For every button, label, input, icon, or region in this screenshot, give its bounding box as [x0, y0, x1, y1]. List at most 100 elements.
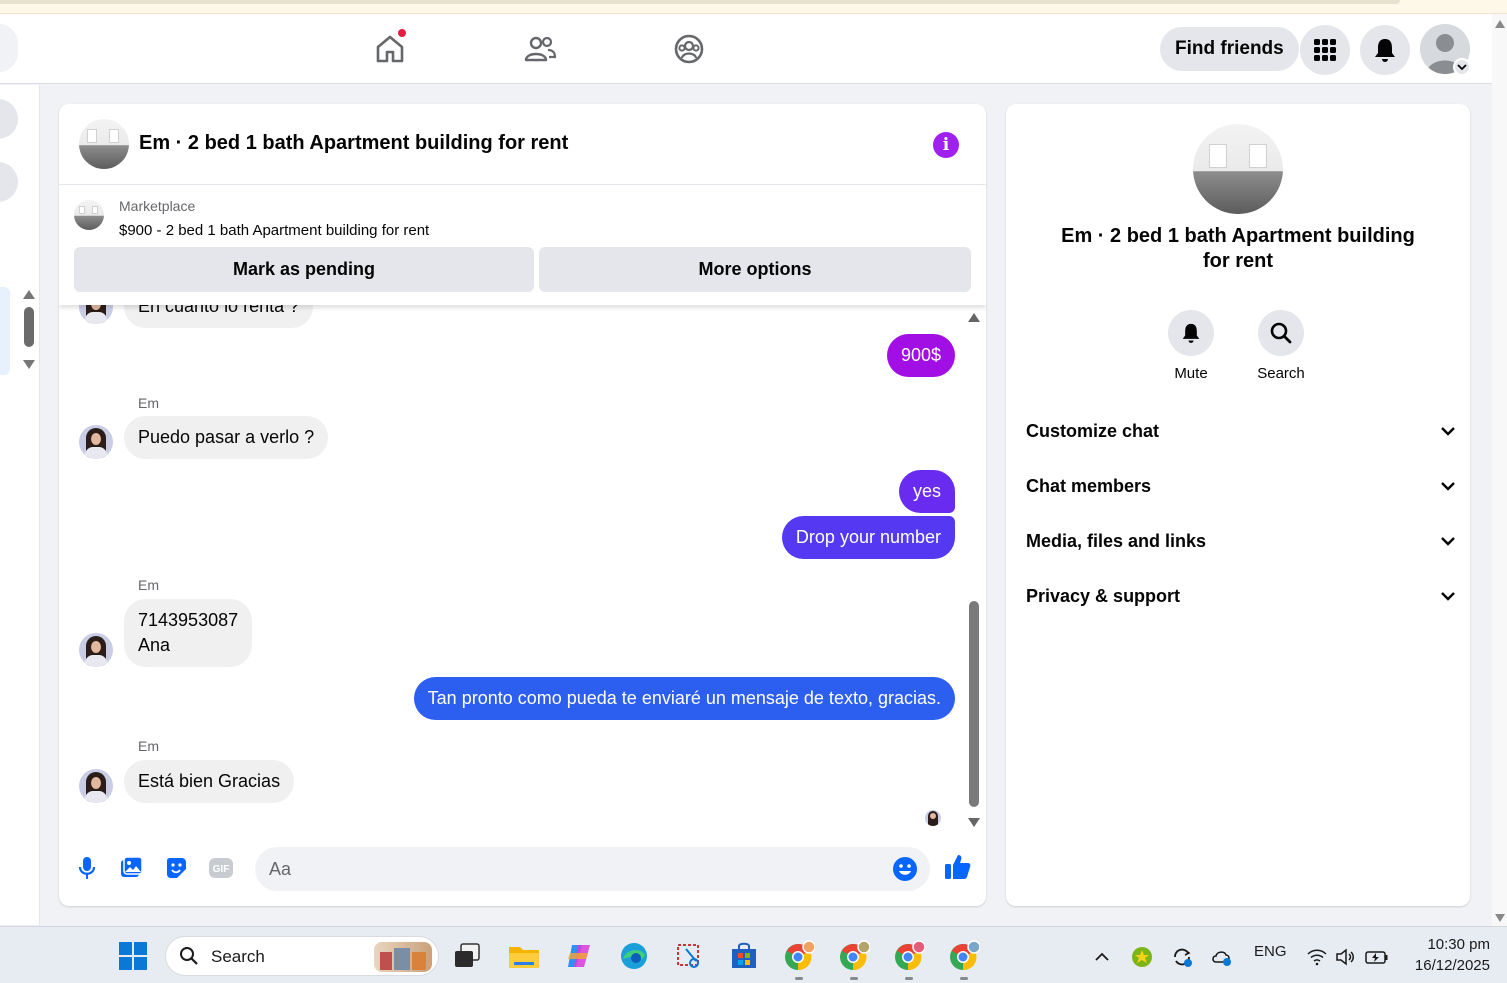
running-indicator [795, 977, 803, 980]
scroll-up-arrow[interactable] [23, 290, 35, 299]
windows-start-icon[interactable] [116, 939, 150, 973]
section-label: Chat members [1026, 475, 1152, 496]
chrome-profile-3-icon[interactable] [892, 939, 926, 973]
chevron-down-icon [1441, 427, 1455, 436]
message-bubble-outgoing: Tan pronto como pueda te enviaré un mens… [413, 677, 955, 720]
sender-avatar[interactable] [79, 633, 113, 667]
thumbs-up-icon[interactable] [940, 849, 976, 885]
microphone-icon[interactable] [69, 850, 105, 886]
message-list[interactable]: En cuanto lo renta ? 900$ Em Puedo pasar… [59, 305, 986, 830]
running-indicator [905, 977, 913, 980]
message-bubble-incoming: Está bien Gracias [124, 760, 295, 803]
groups-icon[interactable] [671, 31, 707, 67]
search-button[interactable]: Search [1246, 310, 1316, 382]
conversation-info-panel: Em · 2 bed 1 bath Apartment building for… [1006, 104, 1470, 906]
gif-icon[interactable]: GIF [203, 850, 239, 886]
listing-photo[interactable] [79, 119, 129, 169]
chevron-down-icon [1441, 482, 1455, 491]
search-highlight-image [374, 942, 432, 972]
search-icon[interactable] [1258, 310, 1304, 356]
sender-avatar[interactable] [79, 769, 113, 803]
chat-members-section[interactable]: Chat members [1026, 466, 1456, 506]
scrollbar-thumb[interactable] [969, 601, 979, 807]
sync-icon[interactable] [1165, 940, 1199, 974]
task-view-icon[interactable] [450, 939, 484, 973]
chrome-profile-2-icon[interactable] [837, 939, 871, 973]
photo-icon[interactable] [113, 850, 149, 886]
sender-name: Em [138, 738, 159, 754]
tray-app-icon[interactable] [1125, 940, 1159, 974]
find-friends-button[interactable]: Find friends [1160, 27, 1299, 71]
message-bubble-outgoing: Drop your number [781, 516, 955, 559]
seen-receipt-avatar [925, 810, 941, 826]
search-icon[interactable] [0, 162, 18, 202]
taskbar-search-label: Search [211, 947, 265, 966]
copilot-icon[interactable] [562, 939, 596, 973]
message-bubble-incoming: Puedo pasar a verlo ? [124, 416, 329, 459]
file-explorer-icon[interactable] [507, 939, 541, 973]
chevron-down-icon[interactable] [1453, 58, 1471, 76]
top-navbar: Find friends [0, 14, 1492, 84]
message-line: Ana [138, 635, 171, 655]
mute-button[interactable]: Mute [1156, 310, 1226, 382]
sticker-icon[interactable] [158, 850, 194, 886]
language-indicator[interactable]: ENG [1254, 943, 1287, 960]
conversation-name-line: for rent [1203, 250, 1273, 272]
clock-time: 10:30 pm [1427, 936, 1490, 953]
edge-browser-icon[interactable] [617, 939, 651, 973]
scroll-up-arrow[interactable] [968, 313, 980, 322]
message-input[interactable] [269, 847, 889, 891]
customize-chat-section[interactable]: Customize chat [1026, 411, 1456, 451]
snipping-tool-icon[interactable] [672, 939, 706, 973]
emoji-icon[interactable] [892, 856, 918, 882]
friends-icon[interactable] [522, 31, 558, 67]
show-hidden-icons-chevron-icon[interactable] [1085, 940, 1119, 974]
chrome-profile-1-icon[interactable] [782, 939, 816, 973]
network-cloud-icon[interactable] [1205, 940, 1239, 974]
sender-avatar[interactable] [79, 425, 113, 459]
battery-charging-icon[interactable] [1360, 940, 1394, 974]
scroll-down-arrow[interactable] [23, 360, 35, 369]
active-chat-indicator[interactable] [0, 287, 10, 375]
menu-grid-icon[interactable] [1300, 25, 1350, 75]
home-icon[interactable] [372, 28, 408, 67]
microsoft-store-icon[interactable] [727, 939, 761, 973]
media-files-links-section[interactable]: Media, files and links [1026, 521, 1456, 561]
chat-window: Em · 2 bed 1 bath Apartment building for… [59, 104, 986, 906]
search-icon [180, 947, 198, 965]
scroll-down-arrow[interactable] [968, 818, 980, 827]
mute-label: Mute [1174, 365, 1208, 382]
svg-text:GIF: GIF [213, 864, 230, 875]
more-options-button[interactable]: More options [539, 247, 971, 292]
section-label: Privacy & support [1026, 585, 1181, 606]
message-composer: GIF [59, 830, 986, 906]
mark-as-pending-button[interactable]: Mark as pending [74, 247, 534, 292]
new-message-icon[interactable] [0, 99, 18, 139]
volume-icon[interactable] [1328, 940, 1362, 974]
bell-icon[interactable] [1168, 310, 1214, 356]
listing-photo-large[interactable] [1193, 124, 1283, 214]
message-bubble-outgoing: 900$ [886, 334, 955, 377]
sender-avatar[interactable] [79, 305, 113, 324]
search-pill-stub[interactable] [0, 24, 18, 72]
clock-date: 16/12/2025 [1414, 957, 1490, 974]
conversation-name-line: Em · 2 bed 1 bath Apartment building [1061, 225, 1415, 247]
message-bubble-incoming: 7143953087 Ana [124, 599, 253, 667]
marketplace-banner: Marketplace $900 - 2 bed 1 bath Apartmen… [59, 185, 986, 305]
marketplace-label: Marketplace [119, 198, 196, 214]
window-scrollbar[interactable] [1492, 14, 1507, 926]
info-icon[interactable]: i [933, 132, 959, 158]
chrome-profile-4-icon[interactable] [947, 939, 981, 973]
system-clock[interactable]: 10:30 pm 16/12/2025 [1400, 934, 1490, 976]
scrollbar-thumb[interactable] [24, 307, 34, 347]
notification-dot [397, 28, 407, 38]
listing-title[interactable]: $900 - 2 bed 1 bath Apartment building f… [119, 222, 429, 239]
message-input-wrapper [255, 847, 930, 891]
conversation-name: Em · 2 bed 1 bath Apartment building for… [1036, 224, 1440, 274]
listing-thumbnail[interactable] [74, 200, 104, 230]
taskbar-search-box[interactable]: Search [165, 936, 439, 976]
chat-title[interactable]: Em · 2 bed 1 bath Apartment building for… [139, 132, 568, 155]
sender-name: Em [138, 577, 159, 593]
privacy-support-section[interactable]: Privacy & support [1026, 576, 1456, 616]
notifications-bell-icon[interactable] [1360, 25, 1410, 75]
